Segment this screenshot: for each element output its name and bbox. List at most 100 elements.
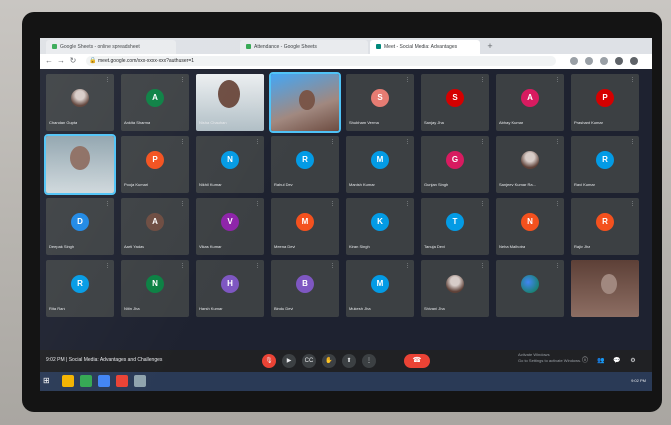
taskbar-app-icon[interactable] [80, 375, 92, 387]
participant-menu-icon[interactable]: ⋮ [555, 77, 560, 83]
participant-tile[interactable]: B ⋮ Bindu Devi [271, 260, 339, 317]
participant-menu-icon[interactable]: ⋮ [630, 77, 635, 83]
menu-icon[interactable] [630, 57, 638, 65]
raise-hand-button[interactable]: ✋ [322, 354, 336, 368]
participant-menu-icon[interactable]: ⋮ [105, 77, 110, 83]
participant-tile[interactable]: R ⋮ Rajiv Jha [571, 198, 639, 255]
participant-name: Vikas Kumar [199, 244, 222, 249]
participant-menu-icon[interactable]: ⋮ [480, 201, 485, 207]
extension-icon[interactable] [570, 57, 578, 65]
browser-tab-1[interactable]: Google Sheets - online spreadsheet [46, 40, 176, 54]
more-vert-icon: ⋮ [366, 358, 372, 364]
browser-tab-2[interactable]: Attendance - Google Sheets [240, 40, 368, 54]
participant-tile[interactable]: ⋮ Shivani Jha [421, 260, 489, 317]
participant-tile[interactable]: D ⋮ Deepak Singh [46, 198, 114, 255]
participant-tile[interactable]: P ⋮ Pooja Kumari [121, 136, 189, 193]
reload-icon[interactable]: ↻ [68, 56, 78, 66]
participant-tile[interactable]: N ⋮ Nitin Jha [121, 260, 189, 317]
participant-menu-icon[interactable]: ⋮ [555, 201, 560, 207]
participant-menu-icon[interactable]: ⋮ [555, 263, 560, 269]
participant-menu-icon[interactable]: ⋮ [405, 77, 410, 83]
captions-icon: CC [304, 358, 314, 364]
participant-face [70, 146, 90, 170]
participant-tile[interactable]: A ⋮ Abhay Kumar [496, 74, 564, 131]
participant-menu-icon[interactable]: ⋮ [330, 139, 335, 145]
new-tab-button[interactable]: + [484, 40, 496, 52]
participant-avatar: N [146, 275, 164, 293]
participant-menu-icon[interactable]: ⋮ [630, 201, 635, 207]
end-call-button[interactable]: ☎ [404, 354, 430, 368]
participant-tile[interactable]: R ⋮ Ravi Kumar [571, 136, 639, 193]
participant-menu-icon[interactable]: ⋮ [480, 77, 485, 83]
star-icon[interactable] [600, 57, 608, 65]
participant-tile[interactable]: K ⋮ Kiran Singh [346, 198, 414, 255]
browser-tab-meet[interactable]: Meet - Social Media: Advantages [370, 40, 480, 54]
participant-tile[interactable]: M ⋮ Meena Devi [271, 198, 339, 255]
info-icon[interactable]: ⓘ [580, 356, 590, 366]
extension-icon[interactable] [585, 57, 593, 65]
participant-tile[interactable]: P ⋮ Prashant Kumar [571, 74, 639, 131]
participant-menu-icon[interactable]: ⋮ [630, 139, 635, 145]
participant-tile[interactable]: R ⋮ Rita Rani [46, 260, 114, 317]
taskbar-app-icon[interactable] [62, 375, 74, 387]
participant-tile[interactable]: M ⋮ Mukesh Jha [346, 260, 414, 317]
more-options-button[interactable]: ⋮ [362, 354, 376, 368]
windows-start-icon[interactable]: ⊞ [43, 376, 53, 386]
participant-tile[interactable]: A ⋮ Ankita Sharma [121, 74, 189, 131]
participant-menu-icon[interactable]: ⋮ [255, 201, 260, 207]
participant-tile[interactable]: ⋮ Chandan Gupta [46, 74, 114, 131]
taskbar-app-icon[interactable] [116, 375, 128, 387]
participant-tile[interactable]: T ⋮ Tanuja Devi [421, 198, 489, 255]
participant-tile[interactable]: ⋮ Sanjeev Kumar Ra... [496, 136, 564, 193]
mic-button[interactable]: 🎙 [262, 354, 276, 368]
activities-icon[interactable]: ⚙ [628, 356, 638, 366]
address-bar[interactable]: 🔒 meet.google.com/xxx-xxxx-xxx?authuser=… [86, 56, 556, 66]
participant-menu-icon[interactable]: ⋮ [555, 139, 560, 145]
participant-video-feed [571, 260, 639, 317]
participant-tile[interactable]: S ⋮ Shubham Verma [346, 74, 414, 131]
captions-button[interactable]: CC [302, 354, 316, 368]
participant-tile[interactable]: N ⋮ Neha Malhotra [496, 198, 564, 255]
participant-tile[interactable] [269, 72, 341, 133]
participant-menu-icon[interactable]: ⋮ [180, 139, 185, 145]
participant-menu-icon[interactable]: ⋮ [405, 263, 410, 269]
participant-tile[interactable]: G ⋮ Gunjan Singh [421, 136, 489, 193]
participant-tile[interactable]: N ⋮ Nikhil Kumar [196, 136, 264, 193]
taskbar-app-icon[interactable] [134, 375, 146, 387]
participant-menu-icon[interactable]: ⋮ [180, 263, 185, 269]
participant-menu-icon[interactable]: ⋮ [330, 263, 335, 269]
participant-tile[interactable]: ⋮ Nisha Chauhan [196, 74, 264, 131]
people-icon[interactable]: 👥 [596, 356, 606, 366]
lock-icon: 🔒 [89, 58, 97, 64]
profile-avatar-icon[interactable] [615, 57, 623, 65]
participant-tile[interactable]: V ⋮ Vikas Kumar [196, 198, 264, 255]
camera-button[interactable]: ▶ [282, 354, 296, 368]
participant-menu-icon[interactable]: ⋮ [180, 201, 185, 207]
chat-icon[interactable]: 💬 [612, 356, 622, 366]
participant-menu-icon[interactable]: ⋮ [480, 139, 485, 145]
forward-icon[interactable]: → [56, 56, 66, 66]
participant-tile[interactable] [571, 260, 639, 317]
participant-tile[interactable]: ⋮ [496, 260, 564, 317]
back-icon[interactable]: ← [44, 56, 54, 66]
participant-menu-icon[interactable]: ⋮ [255, 263, 260, 269]
participant-name: Aarti Yadav [124, 244, 145, 249]
participant-menu-icon[interactable]: ⋮ [405, 201, 410, 207]
participant-menu-icon[interactable]: ⋮ [405, 139, 410, 145]
present-button[interactable]: ⬆ [342, 354, 356, 368]
participant-menu-icon[interactable]: ⋮ [255, 77, 260, 83]
participant-tile[interactable]: R ⋮ Rahul Dev [271, 136, 339, 193]
participant-menu-icon[interactable]: ⋮ [105, 263, 110, 269]
participant-menu-icon[interactable]: ⋮ [255, 139, 260, 145]
participant-menu-icon[interactable]: ⋮ [330, 201, 335, 207]
participant-menu-icon[interactable]: ⋮ [180, 77, 185, 83]
participant-tile[interactable]: A ⋮ Aarti Yadav [121, 198, 189, 255]
screen: Google Sheets - online spreadsheet Atten… [40, 38, 652, 391]
participant-tile[interactable]: M ⋮ Manish Kumar [346, 136, 414, 193]
participant-tile[interactable]: H ⋮ Harsh Kumar [196, 260, 264, 317]
participant-tile[interactable] [44, 134, 116, 195]
participant-tile[interactable]: S ⋮ Sanjay Jha [421, 74, 489, 131]
participant-menu-icon[interactable]: ⋮ [105, 201, 110, 207]
participant-menu-icon[interactable]: ⋮ [480, 263, 485, 269]
taskbar-app-icon[interactable] [98, 375, 110, 387]
